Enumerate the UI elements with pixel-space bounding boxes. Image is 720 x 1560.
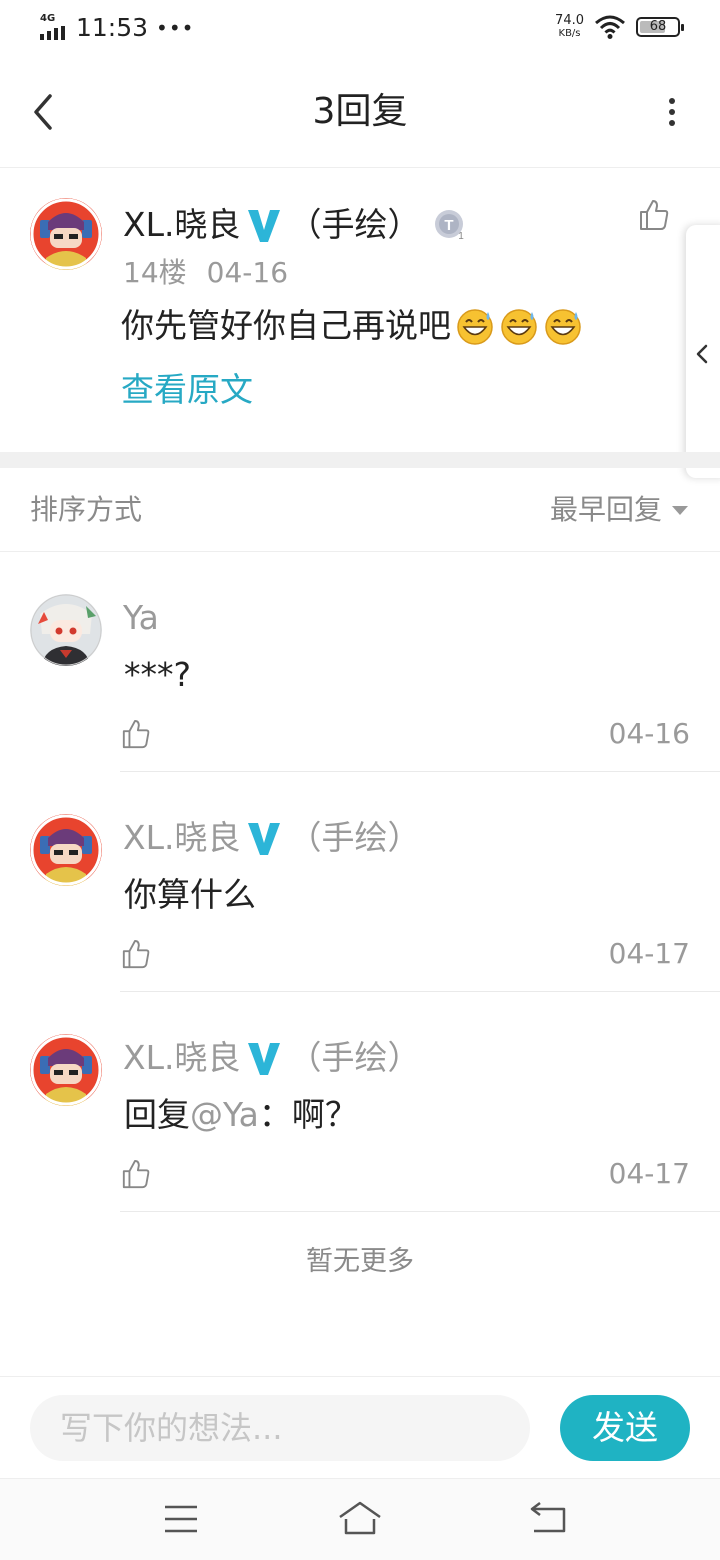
reply-content: 你算什么 <box>124 875 256 914</box>
network-type: 4G <box>40 13 56 24</box>
user-name: Ya <box>123 598 159 637</box>
chevron-left-icon <box>696 344 708 364</box>
section-divider <box>0 452 720 468</box>
battery-icon: 68 <box>636 17 684 37</box>
reply-content: 回复@Ya：啊？ <box>124 1092 358 1138</box>
level-badge-icon: T 1 <box>435 210 465 241</box>
reply-content: ***? <box>124 655 192 694</box>
post-date: 04-16 <box>206 256 289 289</box>
thumbs-up-icon[interactable] <box>638 198 670 232</box>
reply-author[interactable]: Ya <box>123 596 159 640</box>
verified-icon <box>248 1043 281 1075</box>
thumbs-up-icon[interactable] <box>121 1158 151 1190</box>
reply-prefix: 回复 <box>124 1095 190 1134</box>
svg-text:1: 1 <box>459 231 465 241</box>
sort-dropdown[interactable]: 最早回复 <box>550 490 688 530</box>
reply-date: 04-16 <box>608 717 690 750</box>
user-name: XL.晓良 <box>123 1038 241 1077</box>
network-speed-value: 74.0 <box>555 13 584 28</box>
grin-sweat-emoji-icon <box>457 309 493 345</box>
more-vertical-icon[interactable] <box>662 92 682 132</box>
main-post: XL.晓良 （手绘） T 1 14楼 04-16 你先管好你自己再说吧 查看原文 <box>0 168 720 452</box>
reply-text: ：啊？ <box>258 1095 358 1134</box>
user-name: XL.晓良 <box>123 205 241 244</box>
send-button[interactable]: 发送 <box>560 1395 690 1461</box>
status-bar: 4G 11:53 ••• 74.0 KB/s 68 <box>0 0 720 56</box>
page-title: 3回复 <box>312 91 408 132</box>
reply-author[interactable]: XL.晓良 （手绘） <box>123 1036 420 1080</box>
thumbs-up-icon[interactable] <box>121 718 151 750</box>
floor-number: 14楼 <box>123 256 187 289</box>
reply-author[interactable]: XL.晓良 （手绘） <box>123 816 420 860</box>
status-left: 4G 11:53 ••• <box>40 12 194 44</box>
wifi-icon <box>595 15 625 39</box>
no-more-text: 暂无更多 <box>306 1246 414 1277</box>
caret-down-icon <box>672 505 688 515</box>
header: 3回复 <box>0 56 720 168</box>
main-post-content: 你先管好你自己再说吧 <box>121 303 583 349</box>
back-icon[interactable] <box>526 1499 574 1539</box>
status-dots: ••• <box>156 16 195 40</box>
reply-date: 04-17 <box>608 1157 690 1190</box>
thumbs-up-icon[interactable] <box>121 938 151 970</box>
home-icon[interactable] <box>336 1499 384 1539</box>
avatar[interactable] <box>30 594 102 666</box>
sort-label: 排序方式 <box>30 493 143 526</box>
system-nav-bar <box>0 1478 720 1560</box>
verified-icon <box>248 210 281 242</box>
verified-icon <box>248 823 281 855</box>
user-tag: （手绘） <box>288 818 421 857</box>
user-name: XL.晓良 <box>123 818 241 857</box>
comment-input[interactable] <box>30 1395 530 1461</box>
network-speed: 74.0 KB/s <box>555 14 584 40</box>
main-post-meta: 14楼 04-16 <box>123 256 288 290</box>
cellular-signal-icon: 4G <box>40 14 70 42</box>
battery-level: 68 <box>649 19 667 34</box>
status-right: 74.0 KB/s 68 <box>555 14 684 40</box>
reply-item: Ya ***? 04-16 <box>0 552 720 772</box>
menu-icon[interactable] <box>157 1499 205 1539</box>
side-drawer-tab[interactable] <box>686 225 720 478</box>
network-speed-unit: KB/s <box>558 28 581 39</box>
user-tag: （手绘） <box>288 1038 421 1077</box>
view-original-link[interactable]: 查看原文 <box>121 366 253 414</box>
avatar[interactable] <box>30 198 102 270</box>
svg-text:T: T <box>445 217 454 234</box>
status-time: 11:53 <box>76 13 149 42</box>
sort-bar: 排序方式 最早回复 <box>0 468 720 552</box>
avatar[interactable] <box>30 1034 102 1106</box>
reply-item: XL.晓良 （手绘） 回复@Ya：啊？ 04-17 <box>0 992 720 1212</box>
grin-sweat-emoji-icon <box>501 309 537 345</box>
divider <box>120 1211 720 1212</box>
content-text: 你先管好你自己再说吧 <box>121 306 451 345</box>
reply-item: XL.晓良 （手绘） 你算什么 04-17 <box>0 772 720 992</box>
user-tag: （手绘） <box>288 205 421 244</box>
mention-link[interactable]: @Ya <box>190 1095 259 1134</box>
reply-date: 04-17 <box>608 937 690 970</box>
comment-input-bar: 发送 <box>0 1376 720 1478</box>
main-post-author[interactable]: XL.晓良 （手绘） T 1 <box>123 204 466 246</box>
grin-sweat-emoji-icon <box>545 309 581 345</box>
avatar[interactable] <box>30 814 102 886</box>
sort-selected: 最早回复 <box>549 493 662 526</box>
